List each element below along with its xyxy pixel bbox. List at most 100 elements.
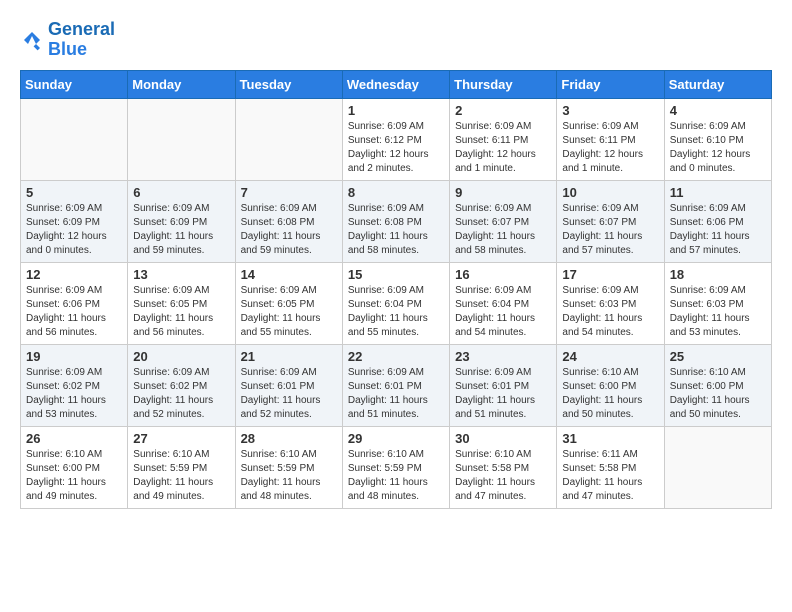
day-info: Sunrise: 6:10 AM Sunset: 6:00 PM Dayligh… bbox=[26, 448, 122, 504]
day-number: 12 bbox=[26, 267, 122, 282]
day-number: 6 bbox=[133, 185, 229, 200]
day-number: 2 bbox=[455, 103, 551, 118]
day-number: 16 bbox=[455, 267, 551, 282]
calendar-cell bbox=[235, 98, 342, 180]
day-number: 18 bbox=[670, 267, 766, 282]
day-number: 31 bbox=[562, 431, 658, 446]
calendar-cell: 10 Sunrise: 6:09 AM Sunset: 6:07 PM Dayli… bbox=[557, 180, 664, 262]
day-info: Sunrise: 6:09 AM Sunset: 6:08 PM Dayligh… bbox=[241, 202, 337, 258]
day-info: Sunrise: 6:09 AM Sunset: 6:11 PM Dayligh… bbox=[562, 120, 658, 176]
calendar-cell: 6 Sunrise: 6:09 AM Sunset: 6:09 PM Daylig… bbox=[128, 180, 235, 262]
day-info: Sunrise: 6:10 AM Sunset: 5:59 PM Dayligh… bbox=[133, 448, 229, 504]
calendar-cell: 26 Sunrise: 6:10 AM Sunset: 6:00 PM Dayli… bbox=[21, 426, 128, 508]
day-info: Sunrise: 6:09 AM Sunset: 6:05 PM Dayligh… bbox=[133, 284, 229, 340]
day-number: 1 bbox=[348, 103, 444, 118]
day-info: Sunrise: 6:09 AM Sunset: 6:04 PM Dayligh… bbox=[455, 284, 551, 340]
day-info: Sunrise: 6:09 AM Sunset: 6:05 PM Dayligh… bbox=[241, 284, 337, 340]
day-number: 25 bbox=[670, 349, 766, 364]
calendar-cell: 28Sunrise: 6:10 AM Sunset: 5:59 PM Dayli… bbox=[235, 426, 342, 508]
calendar-cell: 7 Sunrise: 6:09 AM Sunset: 6:08 PM Daylig… bbox=[235, 180, 342, 262]
day-info: Sunrise: 6:09 AM Sunset: 6:08 PM Dayligh… bbox=[348, 202, 444, 258]
day-number: 8 bbox=[348, 185, 444, 200]
calendar: SundayMondayTuesdayWednesdayThursdayFrid… bbox=[20, 70, 772, 509]
day-number: 4 bbox=[670, 103, 766, 118]
day-info: Sunrise: 6:09 AM Sunset: 6:06 PM Dayligh… bbox=[670, 202, 766, 258]
day-number: 5 bbox=[26, 185, 122, 200]
day-info: Sunrise: 6:09 AM Sunset: 6:04 PM Dayligh… bbox=[348, 284, 444, 340]
calendar-cell: 5 Sunrise: 6:09 AM Sunset: 6:09 PM Daylig… bbox=[21, 180, 128, 262]
calendar-cell: 14Sunrise: 6:09 AM Sunset: 6:05 PM Dayli… bbox=[235, 262, 342, 344]
calendar-week-row: 1 Sunrise: 6:09 AM Sunset: 6:12 PM Daylig… bbox=[21, 98, 772, 180]
calendar-cell bbox=[664, 426, 771, 508]
day-info: Sunrise: 6:09 AM Sunset: 6:10 PM Dayligh… bbox=[670, 120, 766, 176]
calendar-week-row: 26 Sunrise: 6:10 AM Sunset: 6:00 PM Dayli… bbox=[21, 426, 772, 508]
day-number: 23 bbox=[455, 349, 551, 364]
calendar-cell: 3 Sunrise: 6:09 AM Sunset: 6:11 PM Daylig… bbox=[557, 98, 664, 180]
day-info: Sunrise: 6:09 AM Sunset: 6:03 PM Dayligh… bbox=[670, 284, 766, 340]
calendar-cell bbox=[128, 98, 235, 180]
calendar-cell: 31 Sunrise: 6:11 AM Sunset: 5:58 PM Dayli… bbox=[557, 426, 664, 508]
day-info: Sunrise: 6:11 AM Sunset: 5:58 PM Dayligh… bbox=[562, 448, 658, 504]
calendar-cell: 24 Sunrise: 6:10 AM Sunset: 6:00 PM Dayli… bbox=[557, 344, 664, 426]
day-number: 24 bbox=[562, 349, 658, 364]
day-number: 7 bbox=[241, 185, 337, 200]
calendar-cell: 9Sunrise: 6:09 AM Sunset: 6:07 PM Daylig… bbox=[450, 180, 557, 262]
calendar-cell: 29Sunrise: 6:10 AM Sunset: 5:59 PM Dayli… bbox=[342, 426, 449, 508]
day-info: Sunrise: 6:10 AM Sunset: 5:59 PM Dayligh… bbox=[348, 448, 444, 504]
day-number: 13 bbox=[133, 267, 229, 282]
day-info: Sunrise: 6:09 AM Sunset: 6:09 PM Dayligh… bbox=[133, 202, 229, 258]
calendar-cell: 8 Sunrise: 6:09 AM Sunset: 6:08 PM Daylig… bbox=[342, 180, 449, 262]
day-info: Sunrise: 6:10 AM Sunset: 6:00 PM Dayligh… bbox=[670, 366, 766, 422]
calendar-cell: 1 Sunrise: 6:09 AM Sunset: 6:12 PM Daylig… bbox=[342, 98, 449, 180]
calendar-cell: 27Sunrise: 6:10 AM Sunset: 5:59 PM Dayli… bbox=[128, 426, 235, 508]
calendar-cell: 15 Sunrise: 6:09 AM Sunset: 6:04 PM Dayli… bbox=[342, 262, 449, 344]
day-info: Sunrise: 6:09 AM Sunset: 6:07 PM Dayligh… bbox=[562, 202, 658, 258]
calendar-cell: 21 Sunrise: 6:09 AM Sunset: 6:01 PM Dayli… bbox=[235, 344, 342, 426]
calendar-header: SundayMondayTuesdayWednesdayThursdayFrid… bbox=[21, 70, 772, 98]
day-number: 22 bbox=[348, 349, 444, 364]
day-number: 10 bbox=[562, 185, 658, 200]
weekday-header: Sunday bbox=[21, 70, 128, 98]
day-info: Sunrise: 6:09 AM Sunset: 6:12 PM Dayligh… bbox=[348, 120, 444, 176]
weekday-header: Thursday bbox=[450, 70, 557, 98]
logo-text: General Blue bbox=[48, 20, 115, 60]
calendar-cell: 13 Sunrise: 6:09 AM Sunset: 6:05 PM Dayli… bbox=[128, 262, 235, 344]
calendar-week-row: 5 Sunrise: 6:09 AM Sunset: 6:09 PM Daylig… bbox=[21, 180, 772, 262]
day-info: Sunrise: 6:10 AM Sunset: 5:58 PM Dayligh… bbox=[455, 448, 551, 504]
day-info: Sunrise: 6:09 AM Sunset: 6:07 PM Dayligh… bbox=[455, 202, 551, 258]
day-number: 19 bbox=[26, 349, 122, 364]
day-number: 17 bbox=[562, 267, 658, 282]
calendar-cell: 20Sunrise: 6:09 AM Sunset: 6:02 PM Dayli… bbox=[128, 344, 235, 426]
day-number: 26 bbox=[26, 431, 122, 446]
calendar-cell: 23 Sunrise: 6:09 AM Sunset: 6:01 PM Dayli… bbox=[450, 344, 557, 426]
day-number: 21 bbox=[241, 349, 337, 364]
day-info: Sunrise: 6:09 AM Sunset: 6:02 PM Dayligh… bbox=[26, 366, 122, 422]
day-info: Sunrise: 6:09 AM Sunset: 6:03 PM Dayligh… bbox=[562, 284, 658, 340]
calendar-week-row: 12 Sunrise: 6:09 AM Sunset: 6:06 PM Dayli… bbox=[21, 262, 772, 344]
calendar-cell: 25 Sunrise: 6:10 AM Sunset: 6:00 PM Dayli… bbox=[664, 344, 771, 426]
calendar-cell: 17 Sunrise: 6:09 AM Sunset: 6:03 PM Dayli… bbox=[557, 262, 664, 344]
day-info: Sunrise: 6:10 AM Sunset: 5:59 PM Dayligh… bbox=[241, 448, 337, 504]
calendar-cell bbox=[21, 98, 128, 180]
day-info: Sunrise: 6:09 AM Sunset: 6:01 PM Dayligh… bbox=[455, 366, 551, 422]
day-info: Sunrise: 6:09 AM Sunset: 6:01 PM Dayligh… bbox=[348, 366, 444, 422]
calendar-body: 1 Sunrise: 6:09 AM Sunset: 6:12 PM Daylig… bbox=[21, 98, 772, 508]
calendar-cell: 11 Sunrise: 6:09 AM Sunset: 6:06 PM Dayli… bbox=[664, 180, 771, 262]
weekday-header: Monday bbox=[128, 70, 235, 98]
calendar-cell: 30 Sunrise: 6:10 AM Sunset: 5:58 PM Dayli… bbox=[450, 426, 557, 508]
day-number: 11 bbox=[670, 185, 766, 200]
day-info: Sunrise: 6:10 AM Sunset: 6:00 PM Dayligh… bbox=[562, 366, 658, 422]
calendar-cell: 12 Sunrise: 6:09 AM Sunset: 6:06 PM Dayli… bbox=[21, 262, 128, 344]
day-number: 30 bbox=[455, 431, 551, 446]
day-info: Sunrise: 6:09 AM Sunset: 6:06 PM Dayligh… bbox=[26, 284, 122, 340]
day-info: Sunrise: 6:09 AM Sunset: 6:01 PM Dayligh… bbox=[241, 366, 337, 422]
calendar-cell: 18 Sunrise: 6:09 AM Sunset: 6:03 PM Dayli… bbox=[664, 262, 771, 344]
calendar-cell: 19 Sunrise: 6:09 AM Sunset: 6:02 PM Dayli… bbox=[21, 344, 128, 426]
day-number: 3 bbox=[562, 103, 658, 118]
day-info: Sunrise: 6:09 AM Sunset: 6:09 PM Dayligh… bbox=[26, 202, 122, 258]
weekday-header: Tuesday bbox=[235, 70, 342, 98]
calendar-cell: 4 Sunrise: 6:09 AM Sunset: 6:10 PM Daylig… bbox=[664, 98, 771, 180]
day-number: 15 bbox=[348, 267, 444, 282]
calendar-cell: 22 Sunrise: 6:09 AM Sunset: 6:01 PM Dayli… bbox=[342, 344, 449, 426]
weekday-header: Saturday bbox=[664, 70, 771, 98]
